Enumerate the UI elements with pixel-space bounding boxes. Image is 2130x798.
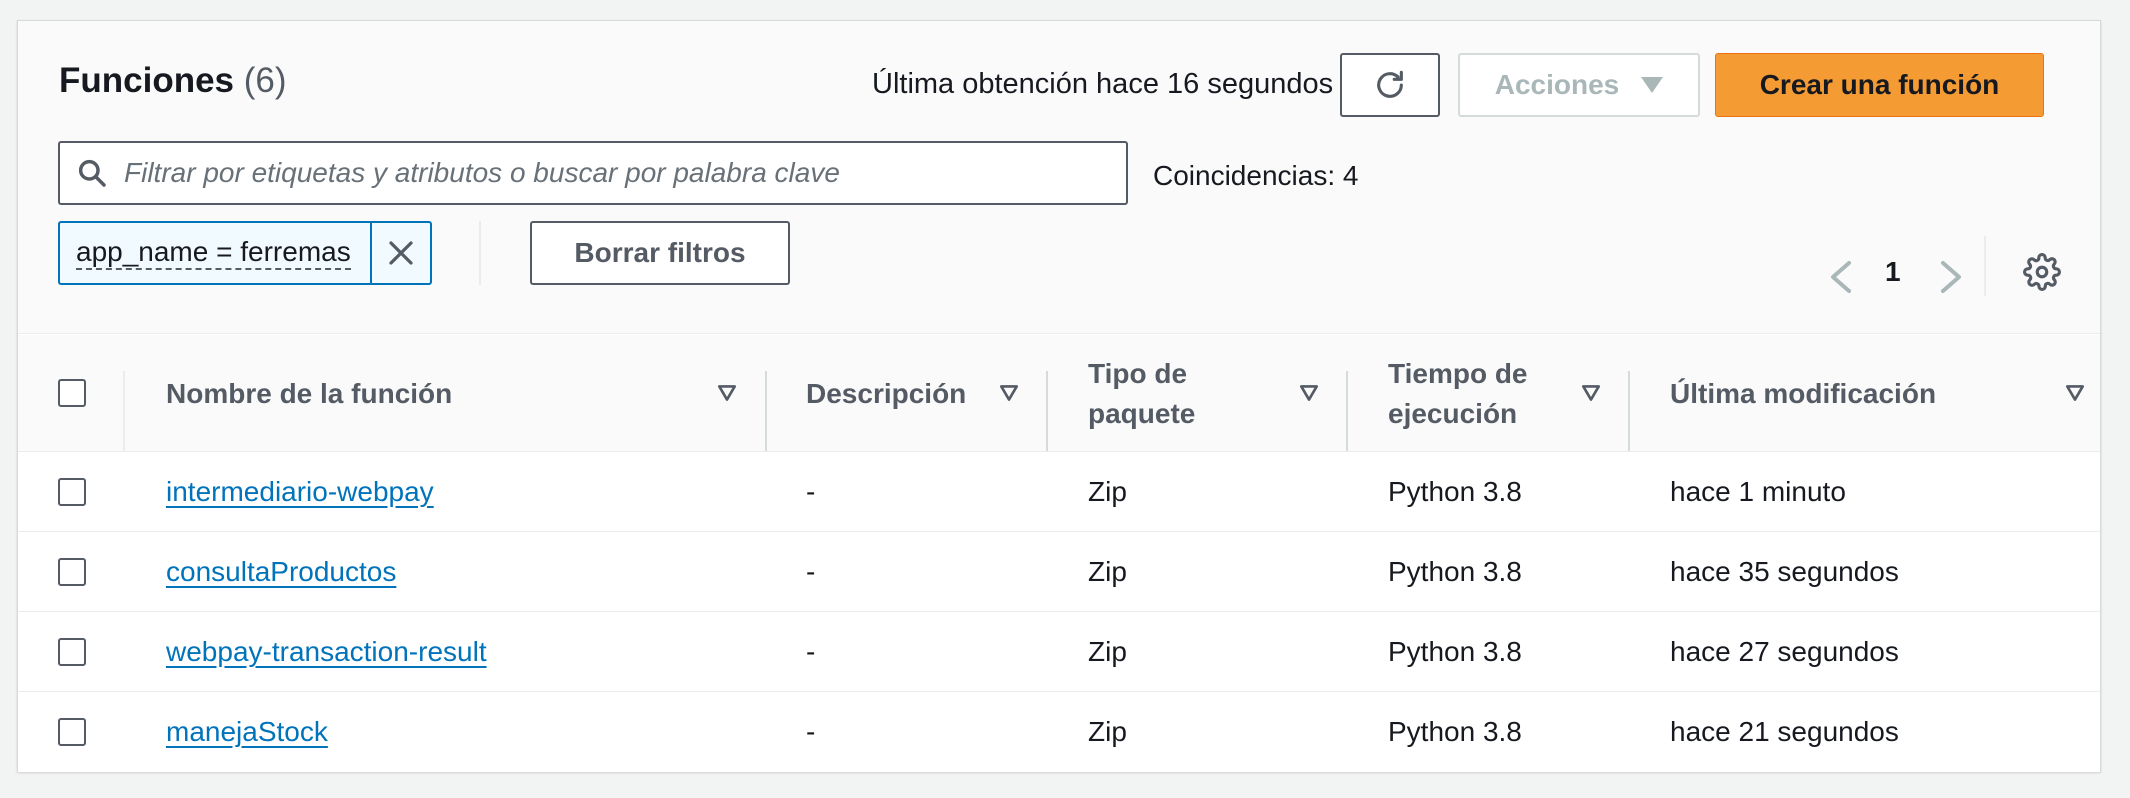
filter-token-remove-button[interactable]: [370, 223, 430, 283]
last-modified-cell: hace 27 segundos: [1670, 636, 1899, 667]
runtime-cell: Python 3.8: [1388, 716, 1522, 747]
last-fetch-status: Última obtención hace 16 segundos: [872, 68, 1334, 100]
column-separator: [1628, 371, 1630, 451]
functions-panel: Funciones (6) Última obtención hace 16 s…: [17, 20, 2101, 772]
title-count: (6): [243, 61, 287, 100]
matches-count: Coincidencias: 4: [1153, 160, 1359, 191]
function-name-link[interactable]: manejaStock: [166, 716, 328, 748]
description-cell: -: [806, 556, 816, 587]
package-type-cell: Zip: [1088, 476, 1127, 507]
package-type-cell: Zip: [1088, 716, 1127, 747]
last-modified-cell: hace 35 segundos: [1670, 556, 1899, 587]
column-header-label: Última modificación: [1670, 377, 1937, 409]
runtime-cell: Python 3.8: [1388, 556, 1522, 587]
runtime-cell: Python 3.8: [1388, 636, 1522, 667]
search-icon: [60, 157, 124, 189]
select-all-checkbox[interactable]: [58, 379, 86, 407]
sort-caret-icon[interactable]: [1298, 382, 1320, 404]
column-header-label-line2: ejecución: [1388, 397, 1518, 429]
function-name-link[interactable]: intermediario-webpay: [166, 476, 434, 508]
table-row: webpay-transaction-result - Zip Python 3…: [18, 612, 2100, 692]
actions-dropdown[interactable]: Acciones: [1458, 53, 1700, 117]
column-header-label-line2: paquete: [1088, 397, 1196, 429]
column-separator: [1346, 371, 1348, 451]
row-checkbox[interactable]: [58, 638, 86, 666]
page-title: Funciones (6): [59, 61, 287, 101]
function-name-link[interactable]: consultaProductos: [166, 556, 396, 588]
column-separator: [765, 371, 767, 451]
filter-token-label[interactable]: app_name = ferremas: [60, 223, 370, 283]
column-header-label: Tiempo de: [1388, 357, 1528, 389]
sort-caret-icon[interactable]: [1580, 382, 1602, 404]
clear-filters-button[interactable]: Borrar filtros: [530, 221, 790, 285]
last-modified-cell: hace 21 segundos: [1670, 716, 1899, 747]
description-cell: -: [806, 476, 816, 507]
row-checkbox[interactable]: [58, 478, 86, 506]
function-name-cell: consultaProductos: [166, 532, 396, 612]
package-type-cell: Zip: [1088, 636, 1127, 667]
column-separator: [123, 371, 125, 451]
column-header-runtime[interactable]: Tiempo de ejecución: [1388, 335, 1588, 452]
sort-caret-icon[interactable]: [2064, 382, 2086, 404]
description-cell: -: [806, 636, 816, 667]
gear-icon[interactable]: [2023, 253, 2061, 291]
sort-caret-icon[interactable]: [998, 382, 1020, 404]
title-text: Funciones: [59, 61, 235, 100]
column-header-name[interactable]: Nombre de la función: [166, 335, 726, 452]
refresh-button[interactable]: [1340, 53, 1440, 117]
table-row: intermediario-webpay - Zip Python 3.8 ha…: [18, 452, 2100, 532]
actions-label: Acciones: [1494, 69, 1620, 100]
row-checkbox[interactable]: [58, 558, 86, 586]
create-function-button[interactable]: Crear una función: [1715, 53, 2044, 117]
column-header-label: Tipo de: [1088, 357, 1188, 389]
column-separator: [1046, 371, 1048, 451]
filter-divider: [479, 221, 481, 285]
filter-input[interactable]: [124, 145, 1104, 201]
table-header: Nombre de la función Descripción Tipo de…: [18, 335, 2100, 452]
column-header-description[interactable]: Descripción: [806, 335, 1006, 452]
runtime-cell: Python 3.8: [1388, 476, 1522, 507]
refresh-icon: [1377, 70, 1403, 98]
chevron-right-icon[interactable]: [1938, 259, 1964, 295]
sort-caret-icon[interactable]: [716, 382, 738, 404]
description-cell: -: [806, 716, 816, 747]
column-header-last-modified[interactable]: Última modificación: [1670, 335, 2050, 452]
pagination-divider: [1984, 236, 1986, 296]
function-name-cell: intermediario-webpay: [166, 452, 434, 532]
function-name-cell: manejaStock: [166, 692, 328, 772]
current-page-number[interactable]: 1: [1885, 256, 1901, 288]
package-type-cell: Zip: [1088, 556, 1127, 587]
close-icon: [389, 241, 413, 265]
table-row: manejaStock - Zip Python 3.8 hace 21 seg…: [18, 692, 2100, 772]
filter-token: app_name = ferremas: [58, 221, 432, 285]
row-checkbox[interactable]: [58, 718, 86, 746]
chevron-left-icon[interactable]: [1828, 259, 1854, 295]
table-row: consultaProductos - Zip Python 3.8 hace …: [18, 532, 2100, 612]
function-name-link[interactable]: webpay-transaction-result: [166, 636, 487, 668]
function-name-cell: webpay-transaction-result: [166, 612, 487, 692]
column-header-label: Nombre de la función: [166, 377, 453, 409]
filter-search-box[interactable]: [58, 141, 1128, 205]
last-modified-cell: hace 1 minuto: [1670, 476, 1846, 507]
caret-down-icon: [1641, 77, 1664, 93]
filter-token-text: app_name = ferremas: [76, 236, 351, 271]
column-header-label: Descripción: [806, 377, 967, 409]
column-header-package-type[interactable]: Tipo de paquete: [1088, 335, 1288, 452]
